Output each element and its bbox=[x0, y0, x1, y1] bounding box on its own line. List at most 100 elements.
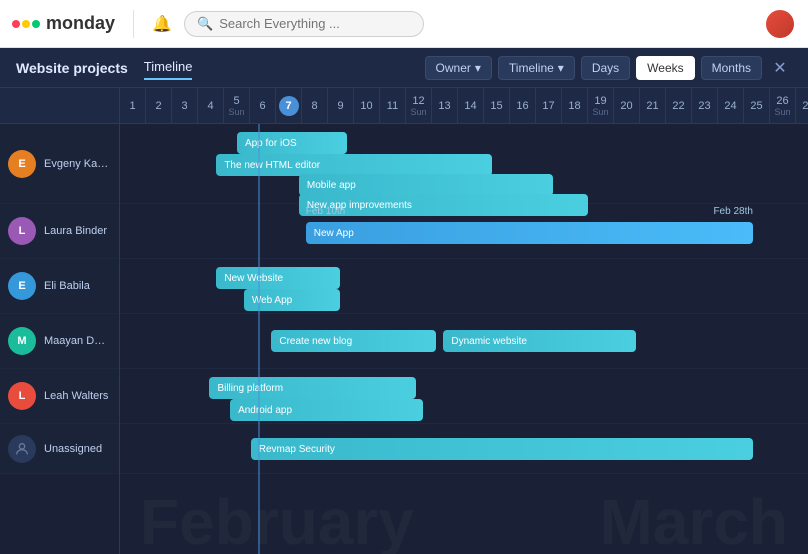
timeline-filter[interactable]: Timeline ▾ bbox=[498, 56, 575, 80]
dot-yellow bbox=[22, 20, 30, 28]
bar-container[interactable]: Dynamic website bbox=[443, 330, 636, 352]
avatar: E bbox=[8, 272, 36, 300]
date-col: 12Sun bbox=[406, 88, 432, 123]
date-col: 8 bbox=[302, 88, 328, 123]
tab-timeline[interactable]: Timeline bbox=[144, 55, 193, 80]
date-col: 25 bbox=[744, 88, 770, 123]
date-cols: 12345Sun6789101112Sun13141516171819Sun20… bbox=[120, 88, 808, 123]
bar-container[interactable]: Android app bbox=[230, 399, 423, 421]
person-name: Laura Binder bbox=[44, 225, 107, 237]
bar-date-end: Feb 28th bbox=[713, 206, 752, 217]
date-col: 1 bbox=[120, 88, 146, 123]
bar-container[interactable]: App for iOS bbox=[237, 132, 347, 154]
bar-container[interactable]: New Website bbox=[216, 267, 340, 289]
bar-container[interactable]: Mobile app bbox=[299, 174, 554, 196]
btn-group: Owner ▾ Timeline ▾ Days Weeks Months ✕ bbox=[425, 56, 792, 80]
close-btn[interactable]: ✕ bbox=[768, 56, 792, 80]
gantt-bar[interactable]: Revmap Security bbox=[251, 438, 753, 460]
unassigned-icon bbox=[8, 435, 36, 463]
gantt-bar[interactable]: Android app bbox=[230, 399, 423, 421]
person-name: Leah Walters bbox=[44, 390, 108, 402]
person-row: Unassigned bbox=[0, 424, 119, 474]
gantt-bar[interactable]: Billing platform bbox=[209, 377, 415, 399]
person-row: L Leah Walters bbox=[0, 369, 119, 424]
date-col: 7 bbox=[276, 88, 302, 123]
gantt-bar[interactable]: App for iOS bbox=[237, 132, 347, 154]
person-row: M Maayan Dagan bbox=[0, 314, 119, 369]
search-input[interactable] bbox=[219, 16, 379, 31]
avatar: E bbox=[8, 150, 36, 178]
search-bar[interactable]: 🔍 bbox=[184, 11, 424, 37]
date-col: 6 bbox=[250, 88, 276, 123]
bell-icon[interactable]: 🔔 bbox=[152, 14, 172, 34]
date-col: 11 bbox=[380, 88, 406, 123]
person-name: Eli Babila bbox=[44, 280, 90, 292]
sub-header: Website projects Timeline Owner ▾ Timeli… bbox=[0, 48, 808, 88]
gantt-bar[interactable]: New Website bbox=[216, 267, 340, 289]
gantt-bar[interactable]: The new HTML editor bbox=[216, 154, 491, 176]
bar-container[interactable]: Web App bbox=[244, 289, 340, 311]
person-name: Maayan Dagan bbox=[44, 335, 111, 347]
logo-text: monday bbox=[46, 13, 115, 34]
weeks-btn[interactable]: Weeks bbox=[636, 56, 694, 80]
timeline-chevron: ▾ bbox=[558, 61, 564, 75]
persons-col: E Evgeny Kazinec L Laura Binder E Eli Ba… bbox=[0, 124, 120, 554]
date-col: 26Sun bbox=[770, 88, 796, 123]
person-row: L Laura Binder bbox=[0, 204, 119, 259]
gantt-bar[interactable]: Create new blog bbox=[271, 330, 436, 352]
person-name: Unassigned bbox=[44, 443, 102, 455]
search-icon: 🔍 bbox=[197, 16, 213, 32]
person-row: E Eli Babila bbox=[0, 259, 119, 314]
date-header: 12345Sun6789101112Sun13141516171819Sun20… bbox=[0, 88, 808, 124]
months-btn[interactable]: Months bbox=[701, 56, 762, 80]
content-area: E Evgeny Kazinec L Laura Binder E Eli Ba… bbox=[0, 124, 808, 554]
top-nav: monday 🔔 🔍 bbox=[0, 0, 808, 48]
nav-divider bbox=[133, 10, 134, 38]
logo-dots bbox=[12, 20, 40, 28]
owner-filter[interactable]: Owner ▾ bbox=[425, 56, 492, 80]
avatar: L bbox=[8, 217, 36, 245]
bar-date-start: Feb 10th bbox=[306, 206, 345, 217]
days-btn[interactable]: Days bbox=[581, 56, 630, 80]
owner-chevron: ▾ bbox=[475, 61, 481, 75]
gantt-area: February March App for iOSThe new HTML e… bbox=[120, 124, 808, 554]
date-col: 24 bbox=[718, 88, 744, 123]
date-col: 3 bbox=[172, 88, 198, 123]
date-col: 4 bbox=[198, 88, 224, 123]
dot-red bbox=[12, 20, 20, 28]
bar-container[interactable]: Create new blog bbox=[271, 330, 436, 352]
date-col: 21 bbox=[640, 88, 666, 123]
date-col: 13 bbox=[432, 88, 458, 123]
date-col: 16 bbox=[510, 88, 536, 123]
date-col: 17 bbox=[536, 88, 562, 123]
date-col: 2 bbox=[146, 88, 172, 123]
board-title: Website projects bbox=[16, 60, 128, 76]
avatar: M bbox=[8, 327, 36, 355]
timeline-label: Timeline bbox=[509, 61, 554, 75]
date-col: 18 bbox=[562, 88, 588, 123]
date-col: 9 bbox=[328, 88, 354, 123]
gantt-bar[interactable]: Mobile app bbox=[299, 174, 554, 196]
date-col: 5Sun bbox=[224, 88, 250, 123]
person-row: E Evgeny Kazinec bbox=[0, 124, 119, 204]
date-col: 22 bbox=[666, 88, 692, 123]
gantt-bar[interactable]: Web App bbox=[244, 289, 340, 311]
avatar[interactable] bbox=[764, 8, 796, 40]
bar-container[interactable]: Feb 10thFeb 28thNew App bbox=[306, 222, 753, 244]
avatar: L bbox=[8, 382, 36, 410]
logo: monday bbox=[12, 13, 115, 34]
person-name: Evgeny Kazinec bbox=[44, 158, 111, 170]
date-col: 19Sun bbox=[588, 88, 614, 123]
timeline-wrapper: 12345Sun6789101112Sun13141516171819Sun20… bbox=[0, 88, 808, 554]
dot-green bbox=[32, 20, 40, 28]
date-col: 20 bbox=[614, 88, 640, 123]
date-col: 10 bbox=[354, 88, 380, 123]
date-col: 27 bbox=[796, 88, 808, 123]
bar-container[interactable]: Revmap Security bbox=[251, 438, 753, 460]
bar-container[interactable]: The new HTML editor bbox=[216, 154, 491, 176]
bar-container[interactable]: Billing platform bbox=[209, 377, 415, 399]
gantt-bar[interactable]: Dynamic website bbox=[443, 330, 636, 352]
date-col: 15 bbox=[484, 88, 510, 123]
date-col: 14 bbox=[458, 88, 484, 123]
gantt-bar[interactable]: New App bbox=[306, 222, 753, 244]
